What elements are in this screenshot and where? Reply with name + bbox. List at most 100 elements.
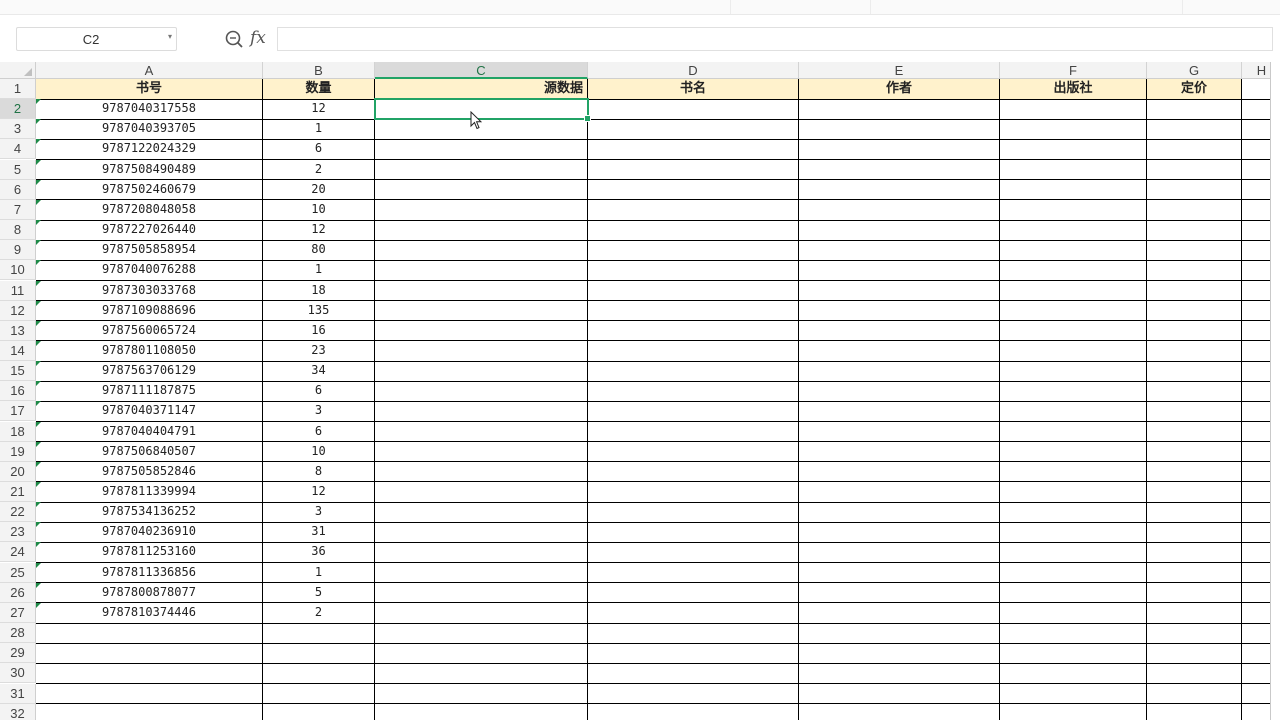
cell-g9[interactable]	[1147, 240, 1242, 261]
cell-c22[interactable]	[375, 502, 588, 523]
cell-a15[interactable]: 9787563706129	[36, 361, 263, 382]
cell-a7[interactable]: 9787208048058	[36, 199, 263, 221]
cell-b10[interactable]: 1	[263, 260, 375, 281]
row-header-18[interactable]: 18	[0, 421, 36, 442]
cell-e27[interactable]	[799, 602, 1000, 624]
cell-d5[interactable]	[588, 159, 799, 181]
cell-a31[interactable]	[36, 683, 263, 705]
cell-f19[interactable]	[1000, 441, 1147, 463]
cell-g12[interactable]	[1147, 300, 1242, 322]
cell-d11[interactable]	[588, 280, 799, 302]
cell-d28[interactable]	[588, 623, 799, 644]
cell-c10[interactable]	[375, 260, 588, 281]
cell-h1[interactable]	[1242, 79, 1270, 100]
cell-d29[interactable]	[588, 643, 799, 664]
row-header-30[interactable]: 30	[0, 663, 36, 684]
cell-g21[interactable]	[1147, 482, 1242, 503]
cell-f1[interactable]: 出版社	[1000, 79, 1147, 100]
cell-h6[interactable]	[1242, 180, 1270, 201]
row-header-12[interactable]: 12	[0, 300, 36, 321]
cell-g8[interactable]	[1147, 220, 1242, 241]
row-header-31[interactable]: 31	[0, 683, 36, 704]
cell-b6[interactable]: 20	[263, 179, 375, 201]
cell-f11[interactable]	[1000, 280, 1147, 302]
cell-b7[interactable]: 10	[263, 199, 375, 221]
cell-f18[interactable]	[1000, 421, 1147, 443]
cell-c15[interactable]	[375, 361, 588, 382]
cell-f28[interactable]	[1000, 623, 1147, 644]
cell-a32[interactable]	[36, 703, 263, 720]
cell-d10[interactable]	[588, 260, 799, 281]
cell-g32[interactable]	[1147, 703, 1242, 720]
row-header-29[interactable]: 29	[0, 643, 36, 664]
cell-d26[interactable]	[588, 582, 799, 604]
cell-h3[interactable]	[1242, 119, 1270, 140]
cell-f29[interactable]	[1000, 643, 1147, 664]
cell-g31[interactable]	[1147, 683, 1242, 705]
cell-a4[interactable]: 9787122024329	[36, 139, 263, 161]
cell-d32[interactable]	[588, 703, 799, 720]
column-header-f[interactable]: F	[1000, 62, 1147, 79]
cell-d19[interactable]	[588, 441, 799, 463]
cell-h11[interactable]	[1242, 281, 1270, 302]
cell-a14[interactable]: 9787801108050	[36, 340, 263, 362]
cell-a3[interactable]: 9787040393705	[36, 119, 263, 140]
cell-d15[interactable]	[588, 361, 799, 382]
cell-f30[interactable]	[1000, 663, 1147, 684]
cell-a23[interactable]: 9787040236910	[36, 522, 263, 543]
cell-a22[interactable]: 9787534136252	[36, 502, 263, 523]
cell-b2[interactable]: 12	[263, 99, 375, 120]
cell-g2[interactable]	[1147, 99, 1242, 120]
cell-e16[interactable]	[799, 381, 1000, 402]
cell-f32[interactable]	[1000, 703, 1147, 720]
cell-e25[interactable]	[799, 562, 1000, 584]
cell-a25[interactable]: 9787811336856	[36, 562, 263, 584]
cell-h10[interactable]	[1242, 260, 1270, 281]
row-header-1[interactable]: 1	[0, 79, 36, 99]
cell-f22[interactable]	[1000, 502, 1147, 523]
cell-e12[interactable]	[799, 300, 1000, 322]
cell-d4[interactable]	[588, 139, 799, 161]
cell-d22[interactable]	[588, 502, 799, 523]
cell-g4[interactable]	[1147, 139, 1242, 161]
cell-f17[interactable]	[1000, 401, 1147, 423]
cell-c13[interactable]	[375, 320, 588, 342]
select-all-corner[interactable]	[0, 62, 36, 79]
cell-b17[interactable]: 3	[263, 401, 375, 423]
cell-e26[interactable]	[799, 582, 1000, 604]
cell-b27[interactable]: 2	[263, 602, 375, 624]
cell-g30[interactable]	[1147, 663, 1242, 684]
cell-a10[interactable]: 9787040076288	[36, 260, 263, 281]
cell-b23[interactable]: 31	[263, 522, 375, 543]
cell-d13[interactable]	[588, 320, 799, 342]
cell-d27[interactable]	[588, 602, 799, 624]
cell-g28[interactable]	[1147, 623, 1242, 644]
fx-icon[interactable]: fx	[250, 28, 266, 48]
cell-a13[interactable]: 9787560065724	[36, 320, 263, 342]
name-box[interactable]: C2 ▾	[16, 27, 177, 51]
cell-e8[interactable]	[799, 220, 1000, 241]
cell-c6[interactable]	[375, 179, 588, 201]
row-header-21[interactable]: 21	[0, 482, 36, 502]
row-header-20[interactable]: 20	[0, 461, 36, 482]
cell-d25[interactable]	[588, 562, 799, 584]
cell-f5[interactable]	[1000, 159, 1147, 181]
cell-a9[interactable]: 9787505858954	[36, 240, 263, 261]
cell-b26[interactable]: 5	[263, 582, 375, 604]
cell-a27[interactable]: 9787810374446	[36, 602, 263, 624]
cell-h7[interactable]	[1242, 200, 1270, 221]
cell-a5[interactable]: 9787508490489	[36, 159, 263, 181]
cell-d9[interactable]	[588, 240, 799, 261]
row-header-10[interactable]: 10	[0, 260, 36, 281]
cell-e23[interactable]	[799, 522, 1000, 543]
row-header-8[interactable]: 8	[0, 220, 36, 241]
cell-e6[interactable]	[799, 179, 1000, 201]
cell-c14[interactable]	[375, 340, 588, 362]
cell-e14[interactable]	[799, 340, 1000, 362]
cell-g13[interactable]	[1147, 320, 1242, 342]
column-header-d[interactable]: D	[588, 62, 799, 79]
namebox-dropdown-icon[interactable]: ▾	[168, 32, 172, 41]
cell-f9[interactable]	[1000, 240, 1147, 261]
cell-h26[interactable]	[1242, 583, 1270, 604]
cell-g1[interactable]: 定价	[1147, 79, 1242, 100]
